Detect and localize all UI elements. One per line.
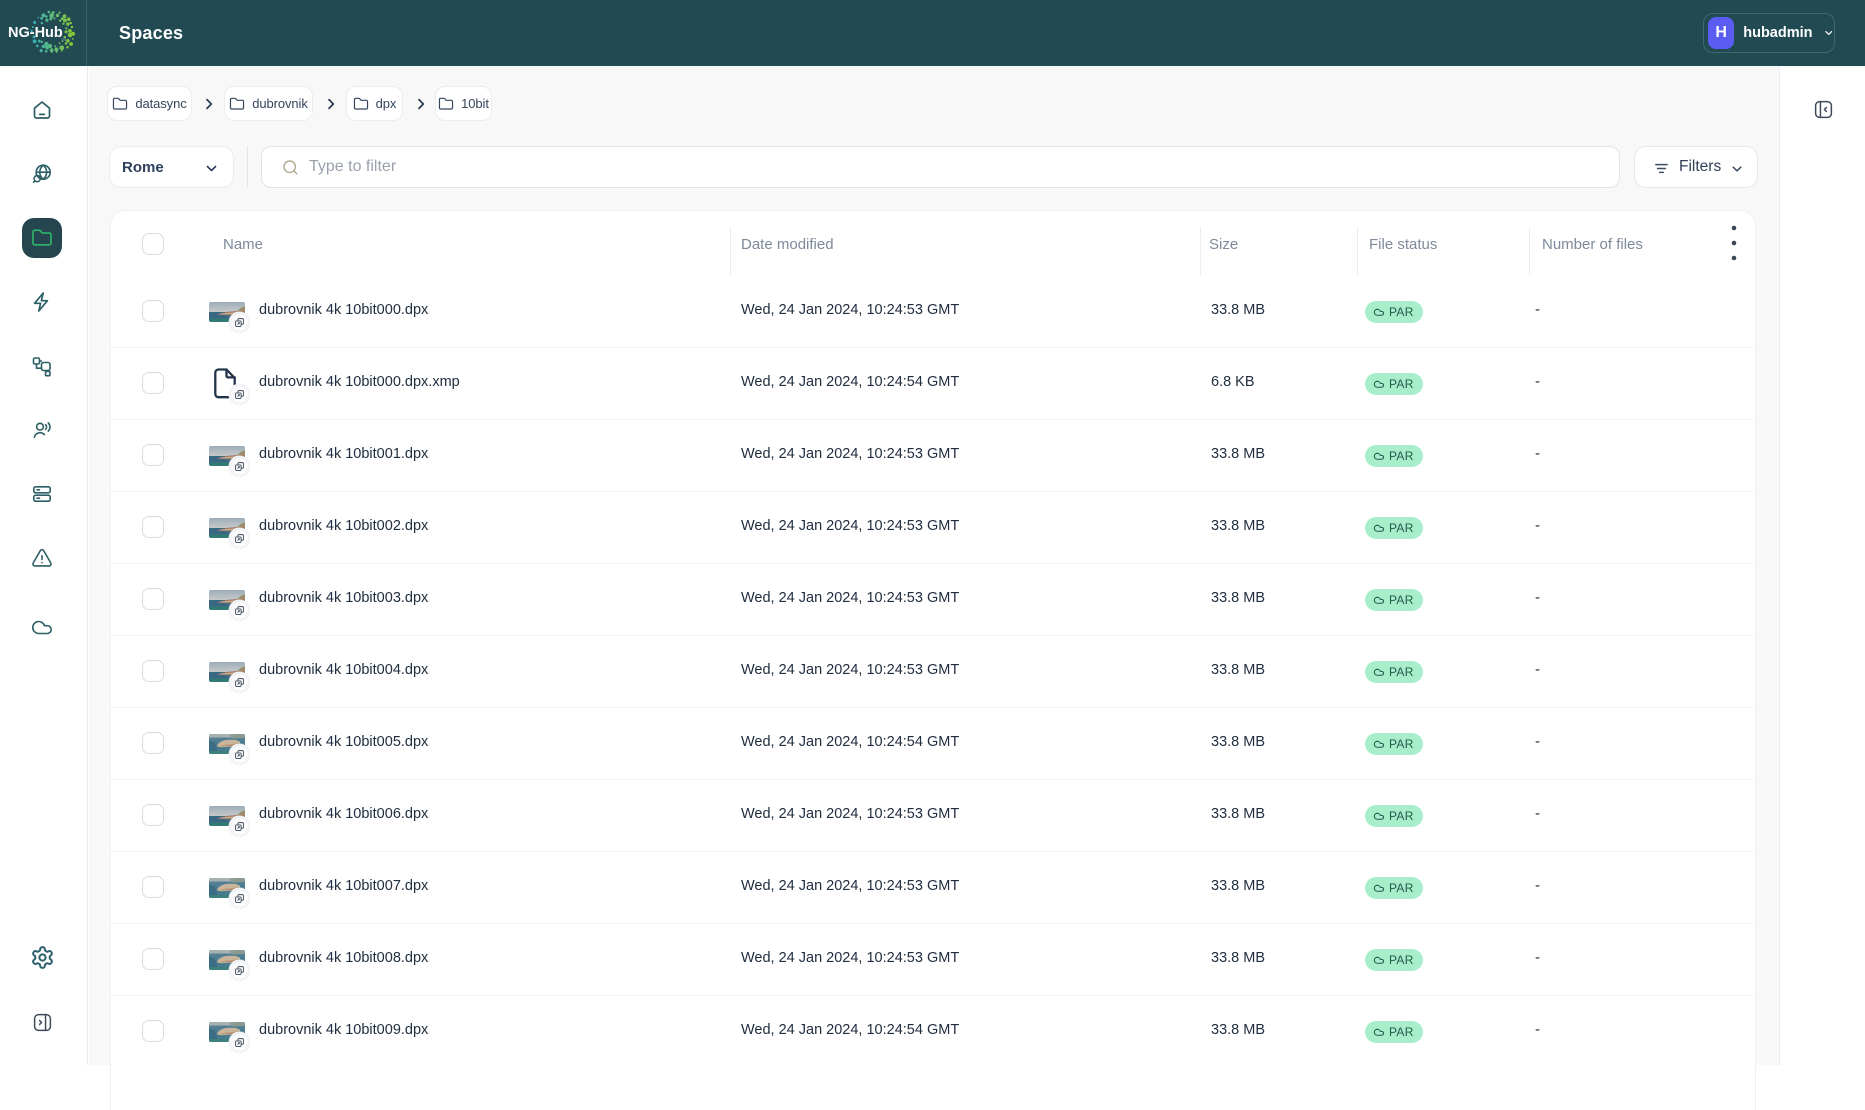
- svg-text:NG-Hub: NG-Hub: [8, 25, 63, 41]
- svg-text:TM: TM: [61, 38, 66, 42]
